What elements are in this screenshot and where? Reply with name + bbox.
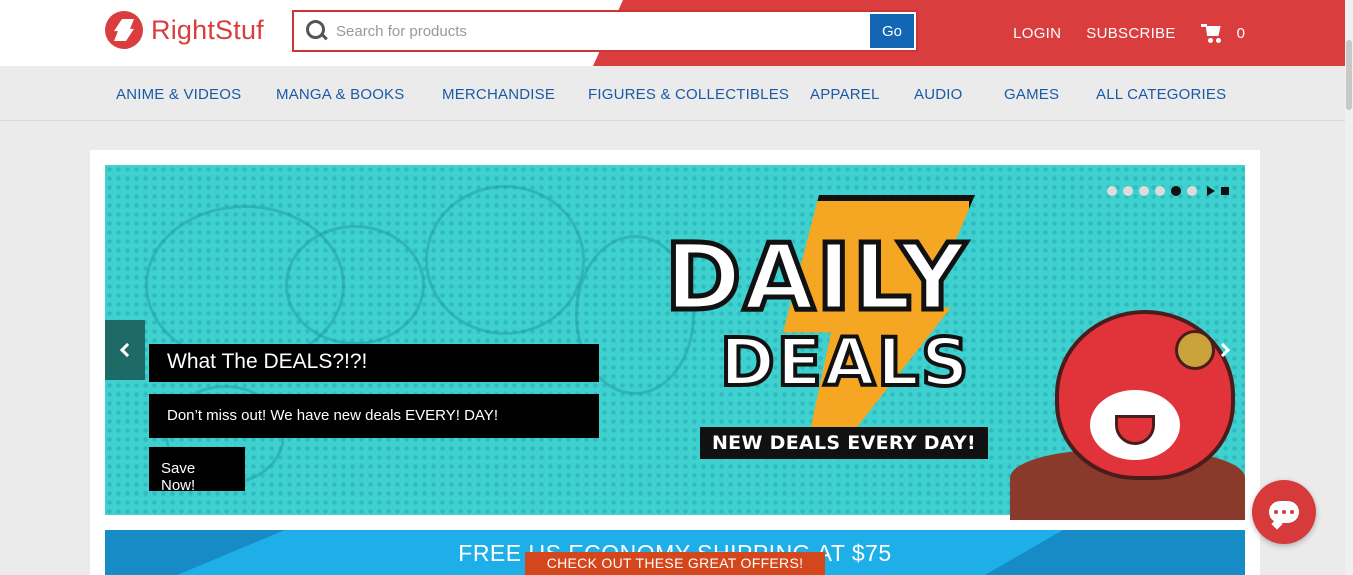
slider-next-button[interactable] bbox=[1205, 320, 1245, 380]
slide-dot-active[interactable] bbox=[1171, 186, 1181, 196]
chat-dot bbox=[1290, 510, 1294, 514]
deals-heading: DEALS bbox=[718, 324, 971, 401]
search-icon bbox=[304, 18, 330, 44]
slide-dot[interactable] bbox=[1187, 186, 1197, 196]
chat-dot bbox=[1282, 510, 1286, 514]
save-now-button[interactable]: Save Now! bbox=[149, 447, 245, 494]
cart-button[interactable]: 0 bbox=[1200, 22, 1245, 44]
slide-dot[interactable] bbox=[1107, 186, 1117, 196]
account-links: LOGIN SUBSCRIBE 0 bbox=[1013, 0, 1353, 66]
new-deals-tagline: NEW DEALS EVERY DAY! bbox=[700, 427, 988, 459]
category-nav: ANIME & VIDEOS MANGA & BOOKS MERCHANDISE… bbox=[0, 66, 1353, 121]
chat-button[interactable] bbox=[1252, 480, 1316, 544]
daily-heading: DAILY bbox=[663, 224, 969, 331]
cart-wheel bbox=[1207, 38, 1213, 43]
slide-caption-text: Don’t miss out! We have new deals EVERY!… bbox=[149, 394, 599, 438]
site-logo[interactable]: RightStuf bbox=[105, 10, 264, 50]
nav-item-anime-videos[interactable]: ANIME & VIDEOS bbox=[116, 86, 241, 103]
scrollbar-thumb[interactable] bbox=[1346, 40, 1352, 110]
slide-dot[interactable] bbox=[1155, 186, 1165, 196]
nav-item-manga-books[interactable]: MANGA & BOOKS bbox=[276, 86, 404, 103]
subscribe-link[interactable]: SUBSCRIBE bbox=[1086, 25, 1175, 42]
cart-icon bbox=[1200, 22, 1223, 44]
chat-dot bbox=[1274, 510, 1278, 514]
nav-item-audio[interactable]: AUDIO bbox=[914, 86, 963, 103]
nav-item-games[interactable]: GAMES bbox=[1004, 86, 1059, 103]
slide-dot[interactable] bbox=[1123, 186, 1133, 196]
nav-item-apparel[interactable]: APPAREL bbox=[810, 86, 880, 103]
cart-wheel bbox=[1215, 38, 1221, 43]
cart-count: 0 bbox=[1236, 24, 1245, 42]
logo-text: RightStuf bbox=[151, 14, 264, 45]
nav-item-figures-collectibles[interactable]: FIGURES & COLLECTIBLES bbox=[588, 86, 789, 103]
great-offers-tab[interactable]: CHECK OUT THESE GREAT OFFERS! bbox=[525, 552, 825, 575]
search-go-button[interactable]: Go bbox=[870, 14, 914, 48]
chevron-right-icon bbox=[1215, 342, 1231, 358]
banner-doodle bbox=[425, 185, 585, 335]
login-link[interactable]: LOGIN bbox=[1013, 25, 1061, 42]
chat-icon bbox=[1269, 501, 1299, 523]
play-icon[interactable] bbox=[1207, 186, 1215, 196]
search-bar: Go bbox=[292, 10, 918, 52]
nav-item-merchandise[interactable]: MERCHANDISE bbox=[442, 86, 555, 103]
red-panda-mascot bbox=[1010, 280, 1245, 520]
stop-icon[interactable] bbox=[1221, 187, 1229, 195]
slide-caption-title: What The DEALS?!?! bbox=[149, 344, 599, 382]
logo-mark-icon bbox=[105, 11, 143, 49]
nav-item-all-categories[interactable]: ALL CATEGORIES bbox=[1096, 86, 1226, 103]
slider-prev-button[interactable] bbox=[105, 320, 145, 380]
banner-doodle bbox=[285, 225, 425, 345]
search-input[interactable] bbox=[330, 12, 870, 50]
chevron-left-icon bbox=[119, 342, 135, 358]
slider-pagination bbox=[1107, 186, 1229, 196]
slide-dot[interactable] bbox=[1139, 186, 1149, 196]
site-header: RightStuf Go LOGIN SUBSCRIBE 0 bbox=[0, 0, 1353, 66]
